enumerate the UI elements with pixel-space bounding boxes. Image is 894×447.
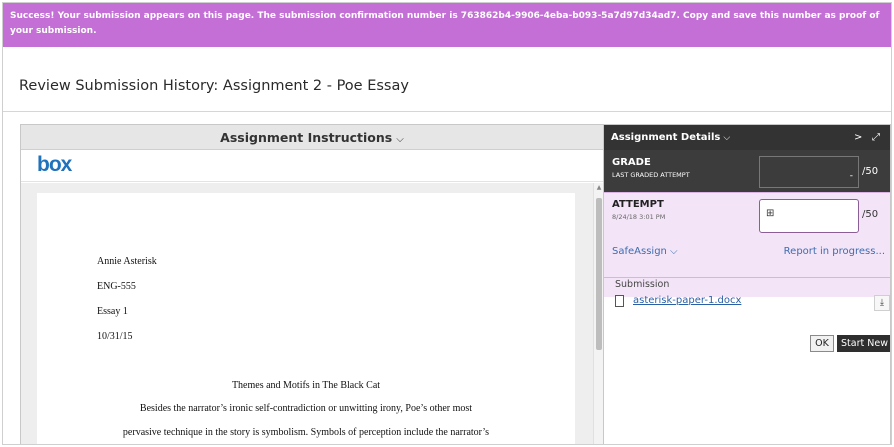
- grid-icon: ⊞: [766, 208, 775, 219]
- success-banner: Success! Your submission appears on this…: [3, 3, 891, 47]
- app-frame: Success! Your submission appears on this…: [2, 2, 892, 445]
- download-icon[interactable]: ⤓: [874, 295, 890, 311]
- file-icon: [615, 295, 624, 307]
- next-arrow-icon[interactable]: >: [854, 125, 862, 150]
- doc-author: Annie Asterisk: [97, 256, 157, 267]
- grade-value: -: [849, 171, 853, 181]
- doc-essay: Essay 1: [97, 306, 128, 317]
- submission-label: Submission: [615, 279, 670, 290]
- document-viewer[interactable]: Annie Asterisk ENG-555 Essay 1 10/31/15 …: [21, 183, 603, 444]
- document-page: Annie Asterisk ENG-555 Essay 1 10/31/15 …: [37, 193, 575, 444]
- box-viewer-header: box: [21, 150, 603, 182]
- scroll-thumb[interactable]: [596, 198, 602, 350]
- attempt-grade-field[interactable]: ⊞: [759, 199, 859, 233]
- grade-field: -: [759, 156, 859, 188]
- grade-max: /50: [862, 166, 879, 177]
- assignment-instructions-toggle[interactable]: Assignment Instructions ⌵: [21, 125, 603, 150]
- expand-icon[interactable]: ⤢: [872, 125, 880, 150]
- submission-file-link[interactable]: asterisk-paper-1.docx: [633, 295, 741, 306]
- content-panel: Assignment Instructions ⌵ box Annie Aster…: [20, 124, 891, 444]
- box-logo: box: [37, 153, 72, 176]
- instructions-label: Assignment Instructions: [220, 130, 393, 145]
- grade-sublabel: LAST GRADED ATTEMPT: [612, 171, 690, 179]
- doc-course: ENG-555: [97, 281, 136, 292]
- document-scrollbar[interactable]: ▲: [593, 183, 603, 444]
- success-message: Success! Your submission appears on this…: [10, 11, 880, 36]
- attempt-label: ATTEMPT: [612, 199, 664, 210]
- doc-paragraph-line: Besides the narrator’s ironic self-contr…: [139, 403, 473, 414]
- doc-paragraph-line: pervasive technique in the story is symb…: [122, 427, 490, 438]
- assignment-details-panel: Assignment Details ⌵ > ⤢ GRADE LAST GRADE…: [603, 125, 890, 444]
- chevron-down-icon: ⌵: [723, 133, 731, 143]
- grade-label: GRADE: [612, 157, 651, 168]
- title-divider: [3, 111, 891, 112]
- assignment-details-header[interactable]: Assignment Details ⌵ > ⤢: [604, 125, 890, 150]
- attempt-max: /50: [862, 209, 879, 220]
- grade-section: GRADE LAST GRADED ATTEMPT - /50: [604, 150, 890, 192]
- start-new-button[interactable]: Start New: [837, 335, 890, 352]
- chevron-down-icon: ⌵: [396, 134, 404, 145]
- safeassign-toggle[interactable]: SafeAssign ⌵: [612, 246, 678, 257]
- report-status-link[interactable]: Report in progress...: [784, 246, 885, 257]
- details-label: Assignment Details: [611, 132, 721, 143]
- page-title: Review Submission History: Assignment 2 …: [19, 78, 409, 94]
- doc-date: 10/31/15: [97, 331, 133, 342]
- attempt-date: 8/24/18 3:01 PM: [612, 213, 666, 221]
- ok-button[interactable]: OK: [810, 335, 834, 352]
- attempt-divider: [604, 277, 890, 278]
- doc-heading: Themes and Motifs in The Black Cat: [231, 380, 381, 391]
